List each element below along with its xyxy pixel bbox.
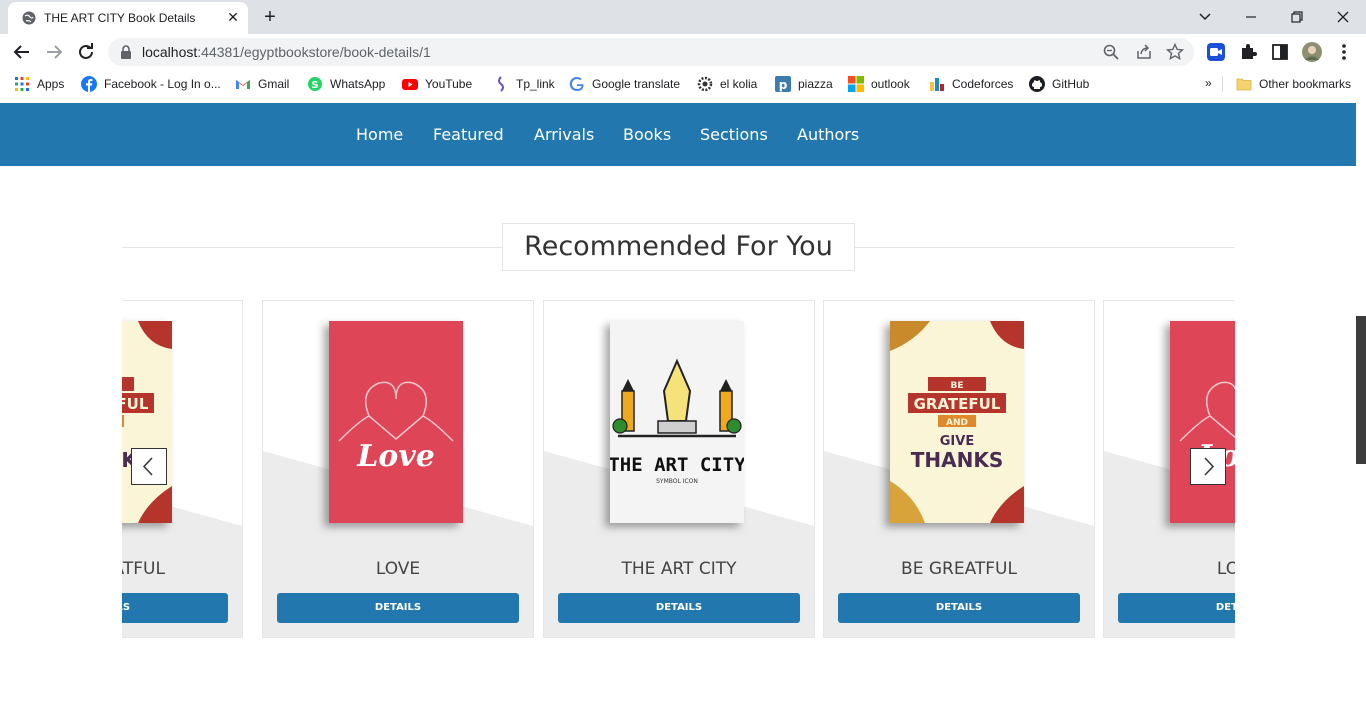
facebook-icon (81, 76, 97, 92)
section-title: Recommended For You (502, 223, 855, 271)
side-panel-icon[interactable] (1270, 42, 1290, 62)
tplink-icon (498, 76, 504, 92)
book-cover-art-city: THE ART CITY SYMBOL ICON (610, 321, 744, 523)
bookmark-outlook[interactable]: outlook (848, 76, 910, 92)
tab-search-chevron-icon[interactable] (1193, 5, 1217, 29)
svg-text:SYMBOL ICON: SYMBOL ICON (656, 478, 698, 485)
lock-icon[interactable] (120, 45, 132, 59)
book-cover-grateful: BE GRATEFUL AND GIVETHANKS (890, 321, 1024, 523)
share-icon[interactable] (1135, 43, 1153, 61)
bookmark-google-translate[interactable]: Google translate (569, 76, 680, 92)
book-card: THE ART CITY SYMBOL ICON THE ART CITY DETAI… (543, 300, 815, 638)
reload-icon[interactable] (74, 40, 98, 64)
details-button[interactable]: DETAILS (277, 593, 519, 623)
globe-icon (22, 11, 36, 25)
extensions-puzzle-icon[interactable] (1238, 42, 1258, 62)
bookmarks-divider (1222, 76, 1223, 92)
book-cover-grateful: BEGRATEFULANDGIVETHANKS (122, 321, 172, 523)
site-navbar: Home Featured Arrivals Books Sections Au… (0, 103, 1356, 166)
book-title: LOVE (1216, 559, 1235, 579)
folder-icon (1236, 78, 1252, 91)
url-text[interactable]: localhost:44381/egyptbookstore/book-deta… (142, 44, 431, 60)
bookmark-apps[interactable]: Apps (14, 76, 64, 92)
book-title: THE ART CITY (621, 559, 737, 579)
nav-authors[interactable]: Authors (797, 125, 859, 144)
nav-arrivals[interactable]: Arrivals (534, 125, 594, 144)
bookmark-whatsapp[interactable]: S WhatsApp (307, 76, 385, 92)
new-tab-button[interactable]: + (258, 5, 282, 29)
bookmark-el-kolia[interactable]: el kolia (697, 76, 757, 92)
carousel-prev-button[interactable] (131, 448, 167, 485)
details-button[interactable]: DETAILS (122, 593, 228, 623)
book-title: BE GREATFUL (901, 559, 1017, 579)
bookmarks-overflow-icon[interactable]: » (1205, 76, 1212, 92)
codeforces-icon (930, 78, 944, 91)
piazza-icon: p (775, 76, 791, 92)
tab-title: THE ART CITY Book Details (44, 11, 196, 25)
svg-text:GRATEFUL: GRATEFUL (914, 395, 1001, 413)
svg-text:AND: AND (946, 418, 968, 428)
bookmark-piazza[interactable]: p piazza (775, 76, 833, 92)
book-cover-love: Love (329, 321, 463, 523)
restore-icon[interactable] (1285, 5, 1309, 29)
bookmark-star-icon[interactable] (1166, 43, 1184, 61)
details-button[interactable]: DETAILS (838, 593, 1080, 623)
nav-sections[interactable]: Sections (700, 125, 768, 144)
bookmark-tplink[interactable]: Tp_link (493, 76, 555, 92)
browser-tab-active[interactable]: THE ART CITY Book Details ✕ (8, 2, 248, 34)
github-icon (1029, 76, 1045, 92)
svg-text:GRATEFUL: GRATEFUL (122, 395, 149, 413)
book-cover-love: Love (1170, 321, 1235, 523)
bookmark-github[interactable]: GitHub (1029, 76, 1089, 92)
bookmark-codeforces[interactable]: Codeforces (929, 76, 1013, 92)
book-card: BE GRATEFUL AND GIVETHANKS BE GREATFUL DETAIL… (823, 300, 1095, 638)
book-carousel: BE GRATEFUL AND GIVETHANKS BE GREATFUL DETAIL… (122, 300, 1235, 640)
profile-avatar[interactable] (1302, 42, 1322, 62)
svg-text:S: S (311, 80, 318, 91)
microsoft-icon (848, 76, 864, 92)
svg-text:THANKS: THANKS (911, 448, 1004, 472)
cover-love-text: Love (356, 439, 435, 474)
whatsapp-icon: S (308, 77, 322, 91)
close-window-icon[interactable] (1331, 5, 1355, 29)
bookmark-youtube[interactable]: YouTube (402, 76, 472, 92)
google-icon (569, 77, 584, 92)
back-arrow-icon[interactable] (10, 40, 34, 64)
svg-text:BE: BE (950, 381, 963, 391)
svg-text:p: p (779, 78, 788, 92)
nav-home[interactable]: Home (356, 125, 403, 144)
book-card: Love LOVE DETAILS (262, 300, 534, 638)
chevron-right-icon (1204, 457, 1215, 476)
zoom-meeting-extension-icon[interactable] (1206, 42, 1226, 62)
apps-grid-icon (15, 77, 29, 91)
book-title: BE GREATFUL (122, 559, 165, 579)
tab-strip: THE ART CITY Book Details ✕ + (0, 0, 1366, 34)
browser-toolbar: localhost:44381/egyptbookstore/book-deta… (0, 34, 1366, 70)
more-menu-icon[interactable] (1334, 42, 1354, 62)
nav-featured[interactable]: Featured (433, 125, 504, 144)
bookmarks-bar: Apps Facebook - Log In o... Gmail S What… (0, 70, 1366, 98)
bookmark-gmail[interactable]: Gmail (235, 76, 289, 92)
book-title: LOVE (375, 559, 421, 579)
details-button[interactable]: DETAILS (1118, 593, 1235, 623)
youtube-icon (402, 79, 418, 90)
bookmark-facebook[interactable]: Facebook - Log In o... (81, 76, 221, 92)
details-button[interactable]: DETAILS (558, 593, 800, 623)
page-scrollbar-thumb[interactable] (1356, 316, 1366, 464)
gear-icon (697, 76, 713, 92)
svg-text:GIVE: GIVE (940, 434, 974, 449)
gmail-icon (236, 80, 250, 89)
zoom-icon[interactable] (1102, 43, 1120, 61)
address-bar[interactable]: localhost:44381/egyptbookstore/book-deta… (108, 38, 1194, 66)
bookmark-other-folder[interactable]: Other bookmarks (1236, 76, 1351, 92)
forward-arrow-icon[interactable] (42, 40, 66, 64)
minimize-icon[interactable] (1239, 5, 1263, 29)
cover-art-city-text: THE ART CITY (610, 454, 744, 476)
nav-books[interactable]: Books (623, 125, 671, 144)
carousel-next-button[interactable] (1190, 448, 1226, 485)
chevron-left-icon (142, 457, 153, 476)
tab-close-icon[interactable]: ✕ (224, 8, 242, 26)
